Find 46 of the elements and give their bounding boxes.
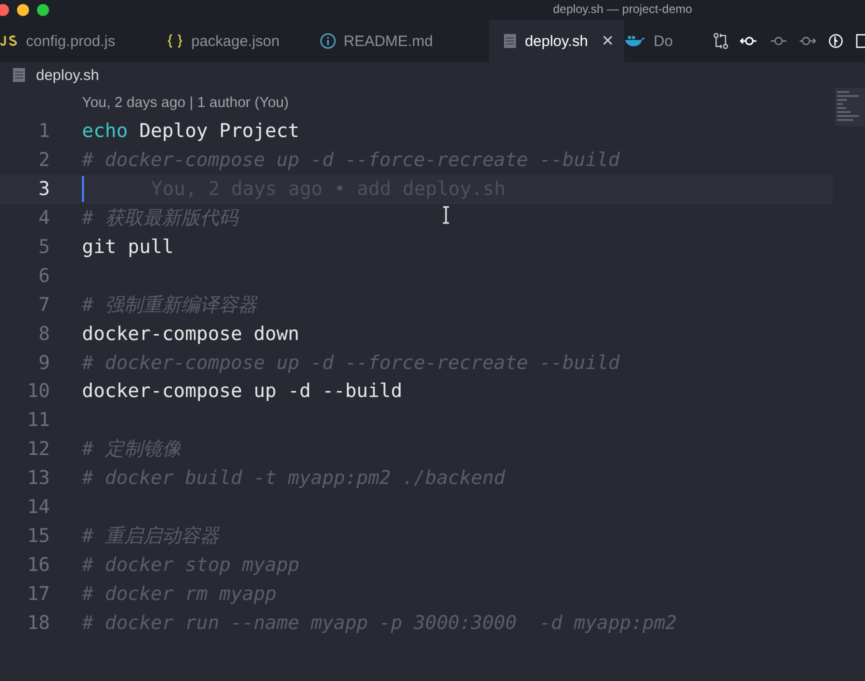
line-number: 9 [38, 352, 50, 374]
braces-icon [167, 34, 184, 48]
editor-tab[interactable]: config.prod.js [0, 20, 156, 62]
editor-tab[interactable]: package.json [155, 20, 320, 62]
split-editor-icon[interactable] [856, 31, 865, 51]
maximize-window-button[interactable] [37, 4, 49, 16]
whale-icon [624, 34, 646, 48]
line-number: 15 [26, 524, 50, 547]
line-number: 3 [38, 178, 50, 200]
window-title: deploy.sh — project-demo [553, 2, 692, 16]
line-number: 2 [38, 149, 50, 172]
breadcrumb-item[interactable]: deploy.sh [36, 66, 100, 84]
line-number: 11 [26, 409, 50, 432]
code-line: echo Deploy Project [82, 120, 300, 142]
line-number: 18 [26, 612, 50, 634]
minimize-window-button[interactable] [17, 4, 29, 16]
compare-changes-icon[interactable] [712, 30, 728, 52]
js-file-icon [0, 35, 18, 47]
text-cursor [82, 176, 84, 202]
line-number: 5 [38, 236, 50, 258]
minimap[interactable] [835, 88, 865, 126]
line-number: 6 [38, 264, 50, 287]
line-number: 17 [26, 582, 50, 605]
info-icon [320, 33, 336, 49]
line-number: 14 [26, 496, 50, 518]
editor-tab[interactable]: README.md [320, 20, 489, 62]
close-window-button[interactable] [0, 4, 9, 16]
editor-tab[interactable]: Do [624, 20, 713, 62]
line-number: 10 [26, 380, 50, 402]
git-history-icon[interactable] [828, 31, 844, 51]
line-number: 4 [38, 207, 50, 230]
line-number: 8 [38, 322, 50, 345]
code-line: docker-compose down [82, 322, 300, 345]
editor-tab[interactable]: deploy.sh × [488, 20, 624, 62]
line-number: 13 [26, 467, 50, 490]
code-line: git pull [82, 236, 174, 258]
line-number: 12 [26, 438, 50, 460]
file-icon [12, 67, 26, 83]
line-number: 16 [26, 554, 50, 576]
text-cursor-icon [441, 206, 451, 224]
codelens-text[interactable]: You, 2 days ago | 1 author (You) [82, 94, 289, 110]
file-icon [502, 33, 517, 49]
close-tab-button[interactable]: × [602, 30, 614, 52]
line-number: 1 [38, 120, 50, 142]
line-number: 7 [38, 294, 50, 316]
code-line: docker-compose up -d --build [82, 380, 402, 402]
